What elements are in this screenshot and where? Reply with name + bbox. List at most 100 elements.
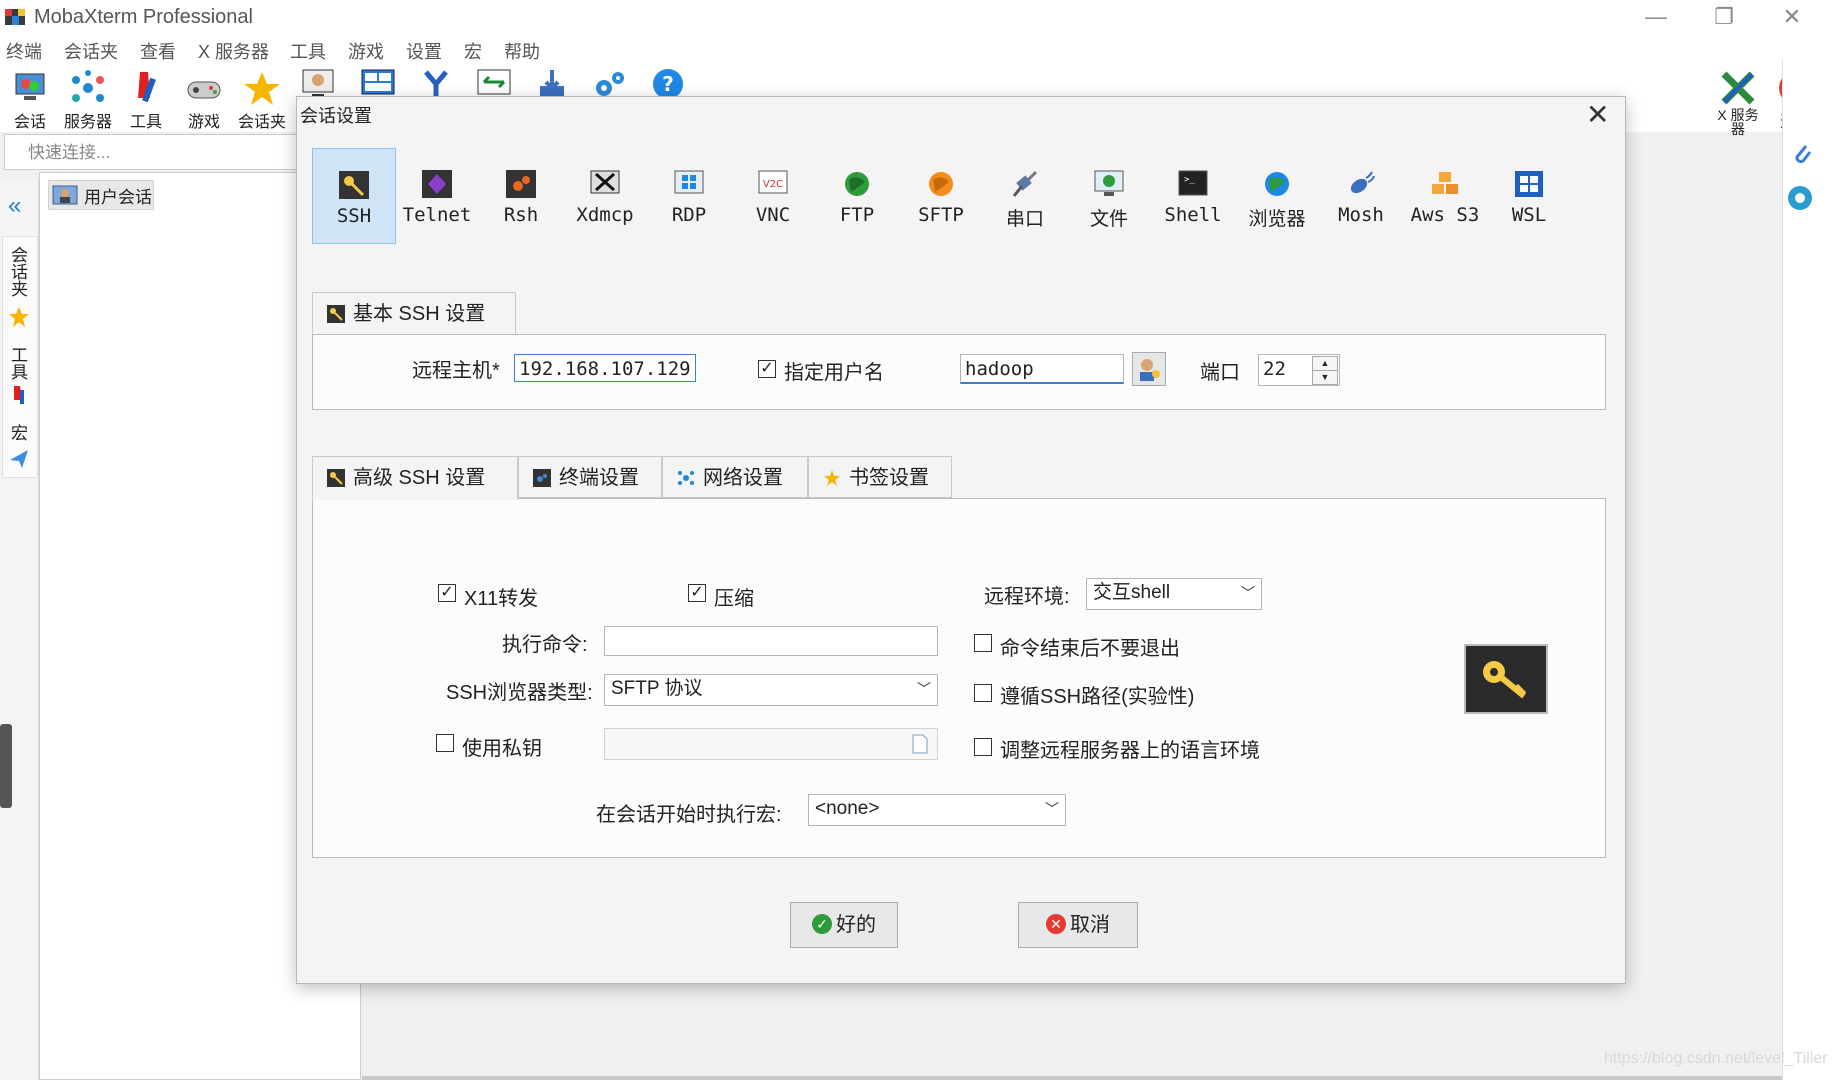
macro-select[interactable]: <none> ﹀ bbox=[808, 794, 1066, 826]
menu-help[interactable]: 帮助 bbox=[504, 38, 540, 64]
dialog-close-button[interactable]: ✕ bbox=[1586, 98, 1609, 131]
file-icon[interactable] bbox=[912, 734, 928, 754]
protocol-telnet[interactable]: Telnet bbox=[396, 148, 478, 242]
port-label: 端口 bbox=[1200, 362, 1240, 384]
serial-plug-icon bbox=[1012, 170, 1038, 197]
side-star-icon bbox=[9, 307, 29, 327]
protocol-file[interactable]: 文件 bbox=[1068, 148, 1150, 242]
side-tab-sessions[interactable]: 会话夹 bbox=[8, 246, 30, 297]
compression-checkbox[interactable]: ✓ bbox=[688, 584, 706, 602]
menu-view[interactable]: 查看 bbox=[140, 38, 176, 64]
menu-tools[interactable]: 工具 bbox=[290, 38, 326, 64]
svg-text:>_: >_ bbox=[1184, 175, 1195, 185]
protocol-rsh[interactable]: Rsh bbox=[480, 148, 562, 242]
specify-username-checkbox[interactable]: ✓ bbox=[758, 360, 776, 378]
username-input[interactable]: hadoop bbox=[960, 354, 1124, 384]
toolbar-xserver-button[interactable]: X 服务器 bbox=[1710, 64, 1766, 136]
menu-sessions[interactable]: 会话夹 bbox=[64, 38, 118, 64]
rsh-icon bbox=[506, 170, 536, 198]
remote-host-input[interactable]: 192.168.107.129 bbox=[514, 354, 696, 382]
port-down-arrow-icon[interactable]: ▼ bbox=[1312, 370, 1338, 385]
protocol-serial[interactable]: 串口 bbox=[984, 148, 1066, 242]
compression-label: 压缩 bbox=[714, 588, 754, 610]
toolbar-tools-button[interactable]: 工具 bbox=[118, 64, 174, 132]
cancel-button[interactable]: ✕ 取消 bbox=[1018, 902, 1138, 948]
protocol-vnc[interactable]: V2C VNC bbox=[732, 148, 814, 242]
protocol-xdmcp[interactable]: Xdmcp bbox=[564, 148, 646, 242]
ssh-browser-type-select[interactable]: SFTP 协议 ﹀ bbox=[604, 674, 938, 706]
x-server-icon bbox=[1721, 71, 1755, 105]
mosh-satellite-icon bbox=[1350, 171, 1375, 194]
ftp-globe-icon bbox=[845, 172, 869, 196]
tab-network-settings[interactable]: 网络设置 bbox=[662, 456, 808, 498]
dialog-title: 会话设置 bbox=[300, 106, 372, 126]
terminal-area-border bbox=[362, 1076, 1838, 1080]
tab-advanced-ssh[interactable]: 高级 SSH 设置 bbox=[312, 456, 518, 500]
network-icon bbox=[678, 471, 694, 485]
remote-environment-select[interactable]: 交互shell ﹀ bbox=[1086, 578, 1262, 610]
side-tab-macros[interactable]: 宏 bbox=[8, 424, 30, 441]
chevron-down-icon: ﹀ bbox=[1241, 585, 1255, 601]
ssh-browser-type-label: SSH浏览器类型: bbox=[446, 682, 593, 704]
use-private-key-label: 使用私钥 bbox=[462, 738, 542, 760]
side-tools-icon bbox=[14, 386, 24, 404]
user-manager-button[interactable] bbox=[1132, 352, 1166, 386]
do-not-exit-label: 命令结束后不要退出 bbox=[1000, 638, 1180, 660]
menu-macros[interactable]: 宏 bbox=[464, 38, 482, 64]
star-icon bbox=[824, 470, 840, 486]
servers-icon bbox=[72, 70, 104, 102]
follow-ssh-path-checkbox[interactable] bbox=[974, 684, 992, 702]
menu-games[interactable]: 游戏 bbox=[348, 38, 384, 64]
protocol-browser[interactable]: 浏览器 bbox=[1236, 148, 1318, 242]
svg-text:V2C: V2C bbox=[763, 179, 783, 190]
port-up-arrow-icon[interactable]: ▲ bbox=[1312, 356, 1338, 371]
toolbar-favorites-button[interactable]: 会话夹 bbox=[234, 64, 290, 132]
watermark: https://blog.csdn.net/level_Tiller bbox=[1604, 1050, 1828, 1067]
sftp-globe-icon bbox=[929, 172, 953, 196]
menu-xserver[interactable]: X 服务器 bbox=[198, 38, 269, 64]
protocol-shell[interactable]: >_ Shell bbox=[1152, 148, 1234, 242]
user-folder-icon bbox=[52, 185, 78, 205]
side-handle[interactable] bbox=[0, 724, 12, 808]
gear-icon[interactable] bbox=[1784, 182, 1816, 214]
tab-bookmark-settings[interactable]: 书签设置 bbox=[808, 456, 952, 498]
protocol-aws-s3[interactable]: Aws S3 bbox=[1404, 148, 1486, 242]
specify-username-label: 指定用户名 bbox=[784, 362, 884, 384]
toolbar-session-button[interactable]: 会话 bbox=[2, 64, 58, 132]
adjust-locale-checkbox[interactable] bbox=[974, 738, 992, 756]
svg-text:?: ? bbox=[662, 72, 674, 96]
close-window-button[interactable]: ✕ bbox=[1758, 0, 1826, 34]
browser-globe-icon bbox=[1265, 172, 1289, 196]
execute-command-input[interactable] bbox=[604, 626, 938, 656]
private-key-input[interactable] bbox=[604, 728, 938, 760]
side-tab-tools[interactable]: 工具 bbox=[8, 346, 30, 380]
key-icon bbox=[327, 469, 345, 487]
collapse-chevron-icon[interactable]: « bbox=[8, 192, 21, 220]
tab-terminal-settings[interactable]: 终端设置 bbox=[518, 456, 662, 498]
protocol-mosh[interactable]: Mosh bbox=[1320, 148, 1402, 242]
menu-terminal[interactable]: 终端 bbox=[6, 38, 42, 64]
protocol-ssh[interactable]: SSH bbox=[312, 148, 396, 244]
protocol-ftp[interactable]: FTP bbox=[816, 148, 898, 242]
app-logo-icon bbox=[5, 9, 25, 25]
key-icon bbox=[327, 305, 345, 323]
use-private-key-checkbox[interactable] bbox=[436, 734, 454, 752]
minimize-button[interactable]: — bbox=[1622, 0, 1690, 34]
menu-settings[interactable]: 设置 bbox=[406, 38, 442, 64]
restore-button[interactable]: ❐ bbox=[1690, 0, 1758, 34]
key-icon bbox=[339, 171, 369, 199]
x11-forwarding-checkbox[interactable]: ✓ bbox=[438, 584, 456, 602]
protocol-sftp[interactable]: SFTP bbox=[900, 148, 982, 242]
protocol-wsl[interactable]: WSL bbox=[1488, 148, 1570, 242]
execute-command-label: 执行命令: bbox=[502, 634, 588, 656]
user-sessions-label: 用户会话 bbox=[84, 188, 152, 207]
user-icon bbox=[1140, 359, 1160, 381]
protocol-rdp[interactable]: RDP bbox=[648, 148, 730, 242]
paperclip-icon[interactable] bbox=[1790, 140, 1814, 166]
toolbar-games-button[interactable]: 游戏 bbox=[176, 64, 232, 132]
file-monitor-icon bbox=[1094, 170, 1124, 196]
tab-basic-ssh[interactable]: 基本 SSH 设置 bbox=[312, 292, 516, 334]
do-not-exit-checkbox[interactable] bbox=[974, 634, 992, 652]
ok-button[interactable]: ✓ 好的 bbox=[790, 902, 898, 948]
toolbar-servers-button[interactable]: 服务器 bbox=[60, 64, 116, 132]
